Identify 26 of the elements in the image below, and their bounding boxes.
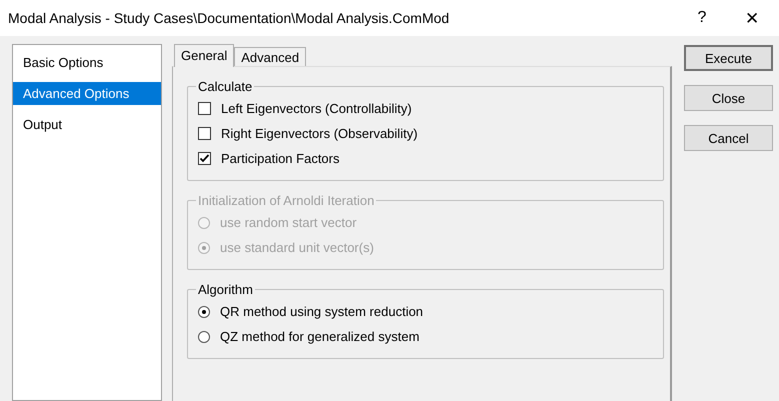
radio-button[interactable] [198,330,210,342]
sidebar-item[interactable]: Basic Options [13,51,161,74]
option-label: Right Eigenvectors (Observability) [221,126,418,141]
group-title: Initialization of Arnoldi Iteration [197,193,376,208]
option-label: Participation Factors [221,151,340,166]
dialog-button[interactable]: Close [684,85,773,111]
tab[interactable]: General [174,44,234,67]
tab[interactable]: Advanced [234,47,306,66]
checkbox[interactable] [198,152,211,165]
checkbox[interactable] [198,102,211,115]
close-button[interactable]: ✕ [729,3,775,33]
sidebar-item[interactable]: Output [13,113,161,136]
group-title: Algorithm [197,282,254,297]
checkbox[interactable] [198,127,211,140]
dialog-button[interactable]: Cancel [684,125,773,151]
dialog-button[interactable]: Execute [684,45,773,71]
group-title: Calculate [197,79,254,94]
option-label: use standard unit vector(s) [220,240,374,255]
option-label: QR method using system reduction [220,304,424,319]
help-button[interactable]: ? [679,3,725,33]
option-label: use random start vector [220,215,357,230]
option-label: Left Eigenvectors (Controllability) [221,101,412,116]
window-title: Modal Analysis - Study Cases\Documentation\Modal Analysis.ComMod [8,10,450,26]
sidebar-item[interactable]: Advanced Options [13,82,161,105]
option-label: QZ method for generalized system [220,329,420,344]
radio-button[interactable] [198,306,210,318]
